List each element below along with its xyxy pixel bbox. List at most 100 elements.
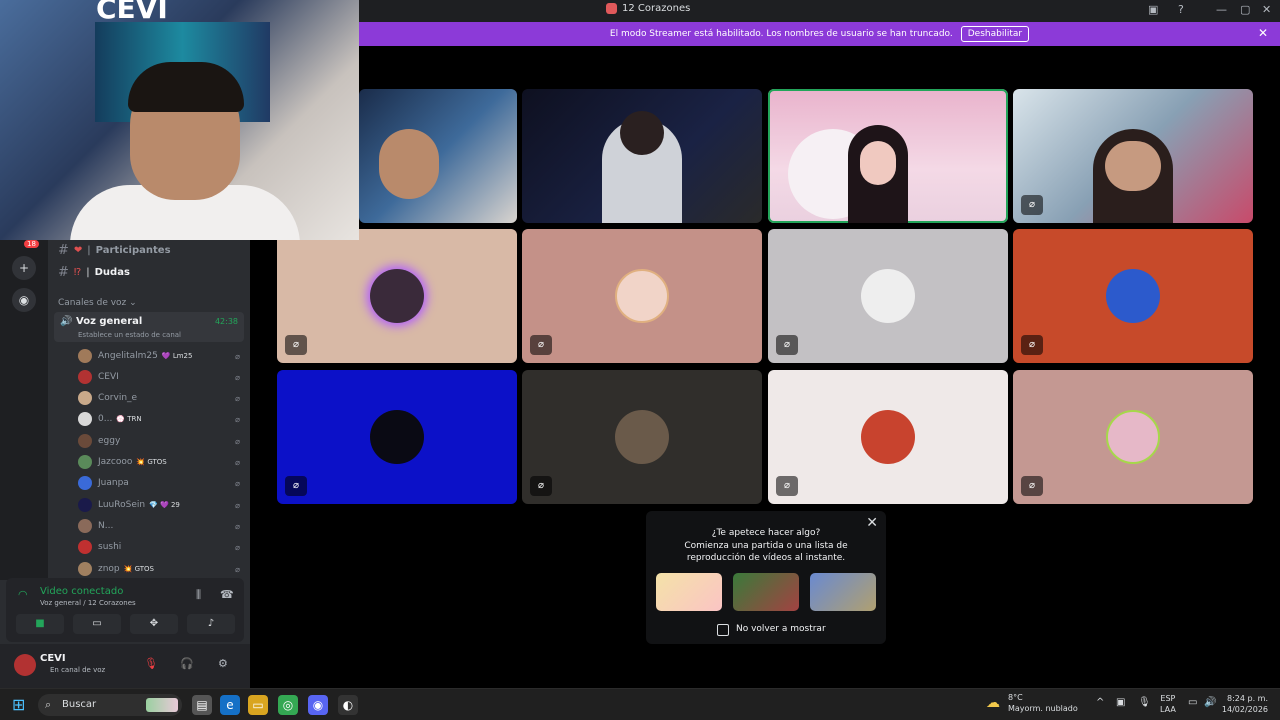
member-name: Angelitalm25 — [98, 351, 158, 361]
video-tile-5[interactable]: ⌀ — [277, 229, 517, 363]
minimize-button[interactable]: — — [1216, 3, 1227, 16]
activity-prompt: ✕ ¿Te apetece hacer algo? Comienza una p… — [646, 511, 886, 644]
mic-muted-icon[interactable]: 🎙 — [144, 657, 158, 670]
member-name: LuuRoSein — [98, 500, 146, 510]
task-view-icon[interactable]: ▤ — [192, 695, 212, 715]
avatar — [78, 519, 92, 533]
mic-muted-icon: ⌀ — [235, 372, 240, 382]
screen-share-button[interactable]: ▭ — [73, 614, 121, 634]
avatar — [370, 410, 424, 464]
username[interactable]: CEVI — [40, 653, 66, 664]
camera-button[interactable]: ■ — [16, 614, 64, 634]
member-name: eggy — [98, 436, 121, 446]
mic-muted-icon: ⌀ — [285, 476, 307, 496]
member-name: Juanpa — [98, 478, 129, 488]
activities-button[interactable]: ✥ — [130, 614, 178, 634]
microphone-icon[interactable]: 🎙 — [1138, 697, 1151, 708]
volume-icon[interactable]: 🔊 — [1204, 697, 1216, 708]
server-rail: 18 + ◉ — [0, 240, 48, 580]
person-hair — [128, 62, 244, 112]
video-tile-cevi[interactable] — [359, 89, 517, 223]
voice-member[interactable]: LuuRoSein 💎 💜 29 ⌀ — [78, 496, 240, 514]
mic-muted-icon: ⌀ — [235, 564, 240, 574]
video-tile-7[interactable]: ⌀ — [768, 229, 1008, 363]
server-logo-icon — [606, 3, 617, 14]
edge-icon[interactable]: e — [220, 695, 240, 715]
streamer-webcam-overlay: CEVI — [0, 0, 359, 240]
voice-member[interactable]: znop 💥 GTOS ⌀ — [78, 560, 240, 578]
channel-participantes[interactable]: # ❤ | Participantes — [58, 243, 171, 258]
taskbar-search[interactable]: ⌕ Buscar — [38, 694, 182, 716]
connection-title[interactable]: Video conectado — [40, 586, 123, 597]
obs-icon[interactable]: ◐ — [338, 695, 358, 715]
avatar[interactable] — [14, 654, 36, 676]
mic-muted-icon: ⌀ — [235, 542, 240, 552]
video-tile-9[interactable]: ⌀ — [277, 370, 517, 504]
avatar — [861, 269, 915, 323]
voice-member[interactable]: eggy ⌀ — [78, 432, 240, 450]
activity-card-letter-league[interactable] — [656, 573, 722, 611]
video-tile-12[interactable]: ⌀ — [1013, 370, 1253, 504]
help-icon[interactable]: ? — [1178, 3, 1184, 16]
avatar — [78, 562, 92, 576]
disable-streamer-button[interactable]: Deshabilitar — [960, 26, 1030, 42]
avatar — [78, 412, 92, 426]
activity-card-spark[interactable] — [733, 573, 799, 611]
voice-member[interactable]: CEVI ⌀ — [78, 368, 240, 386]
video-tile-11[interactable]: ⌀ — [768, 370, 1008, 504]
video-tile-2[interactable] — [522, 89, 762, 223]
hash-icon: # — [58, 265, 69, 280]
signal-icon: ◠ — [18, 588, 28, 601]
add-server-icon[interactable]: + — [12, 256, 36, 280]
voice-category[interactable]: Canales de voz ⌄ — [58, 298, 137, 308]
voice-member[interactable]: Jazcooo 💥 GTOS ⌀ — [78, 453, 240, 471]
mic-muted-icon: ⌀ — [235, 351, 240, 361]
voice-member[interactable]: 0... 💮 TRN ⌀ — [78, 410, 240, 428]
chrome-icon[interactable]: ◎ — [278, 695, 298, 715]
language-indicator[interactable]: ESP LAA — [1160, 693, 1176, 715]
voice-member[interactable]: N... ⌀ — [78, 517, 240, 535]
video-tile-4[interactable]: ⌀ — [1013, 89, 1253, 223]
close-icon[interactable]: ✕ — [1258, 26, 1268, 40]
headphones-icon[interactable]: 🎧 — [180, 657, 194, 670]
chevron-up-icon[interactable]: ^ — [1096, 697, 1104, 708]
voice-member[interactable]: Corvin_e ⌀ — [78, 389, 240, 407]
discord-icon[interactable]: ◉ — [308, 695, 328, 715]
maximize-button[interactable]: ▢ — [1240, 3, 1250, 16]
voice-member[interactable]: Juanpa ⌀ — [78, 474, 240, 492]
member-name: CEVI — [98, 372, 119, 382]
noise-suppression-icon[interactable]: ⫼ — [196, 588, 201, 602]
channel-status[interactable]: Establece un estado de canal — [78, 331, 181, 339]
clock[interactable]: 8:24 p. m. 14/02/2026 — [1222, 693, 1268, 715]
network-icon[interactable]: ▭ — [1188, 697, 1197, 708]
connection-subtitle[interactable]: Voz general / 12 Corazones — [40, 599, 136, 607]
file-explorer-icon[interactable]: ▭ — [248, 695, 268, 715]
activity-card-strike[interactable] — [810, 573, 876, 611]
disconnect-icon[interactable]: ☎ — [220, 588, 234, 601]
close-window-button[interactable]: ✕ — [1262, 3, 1271, 16]
activity-description: Comienza una partida o una lista de repr… — [684, 541, 848, 563]
voice-channel-general[interactable]: 🔊 Voz general 42:38 Establece un estado … — [54, 312, 244, 342]
search-icon: ⌕ — [45, 698, 52, 711]
settings-gear-icon[interactable]: ⚙ — [218, 657, 228, 670]
voice-member[interactable]: Angelitalm25 💜 Lm25 ⌀ — [78, 347, 240, 365]
discover-icon[interactable]: ◉ — [12, 288, 36, 312]
windows-start-icon[interactable]: ⊞ — [12, 696, 30, 714]
inbox-icon[interactable]: ▣ — [1148, 3, 1158, 16]
soundboard-button[interactable]: ♪ — [187, 614, 235, 634]
video-tile-8[interactable]: ⌀ — [1013, 229, 1253, 363]
video-tile-10[interactable]: ⌀ — [522, 370, 762, 504]
mic-muted-icon: ⌀ — [1021, 476, 1043, 496]
avatar — [615, 410, 669, 464]
cloud-sun-icon: ☁ — [986, 695, 1000, 711]
video-tile-speaking[interactable] — [768, 89, 1008, 223]
user-status: En canal de voz — [50, 666, 106, 674]
search-highlight-image — [146, 698, 178, 712]
webcam-overlay-text: CEVI — [96, 0, 168, 25]
video-tile-6[interactable]: ⌀ — [522, 229, 762, 363]
voice-member[interactable]: sushi ⌀ — [78, 538, 240, 556]
tray-app-icon[interactable]: ▣ — [1116, 697, 1125, 708]
dont-show-again-checkbox[interactable] — [717, 624, 729, 636]
channel-dudas[interactable]: # ⁉ | Dudas — [58, 265, 130, 280]
call-timer: 42:38 — [214, 317, 238, 326]
